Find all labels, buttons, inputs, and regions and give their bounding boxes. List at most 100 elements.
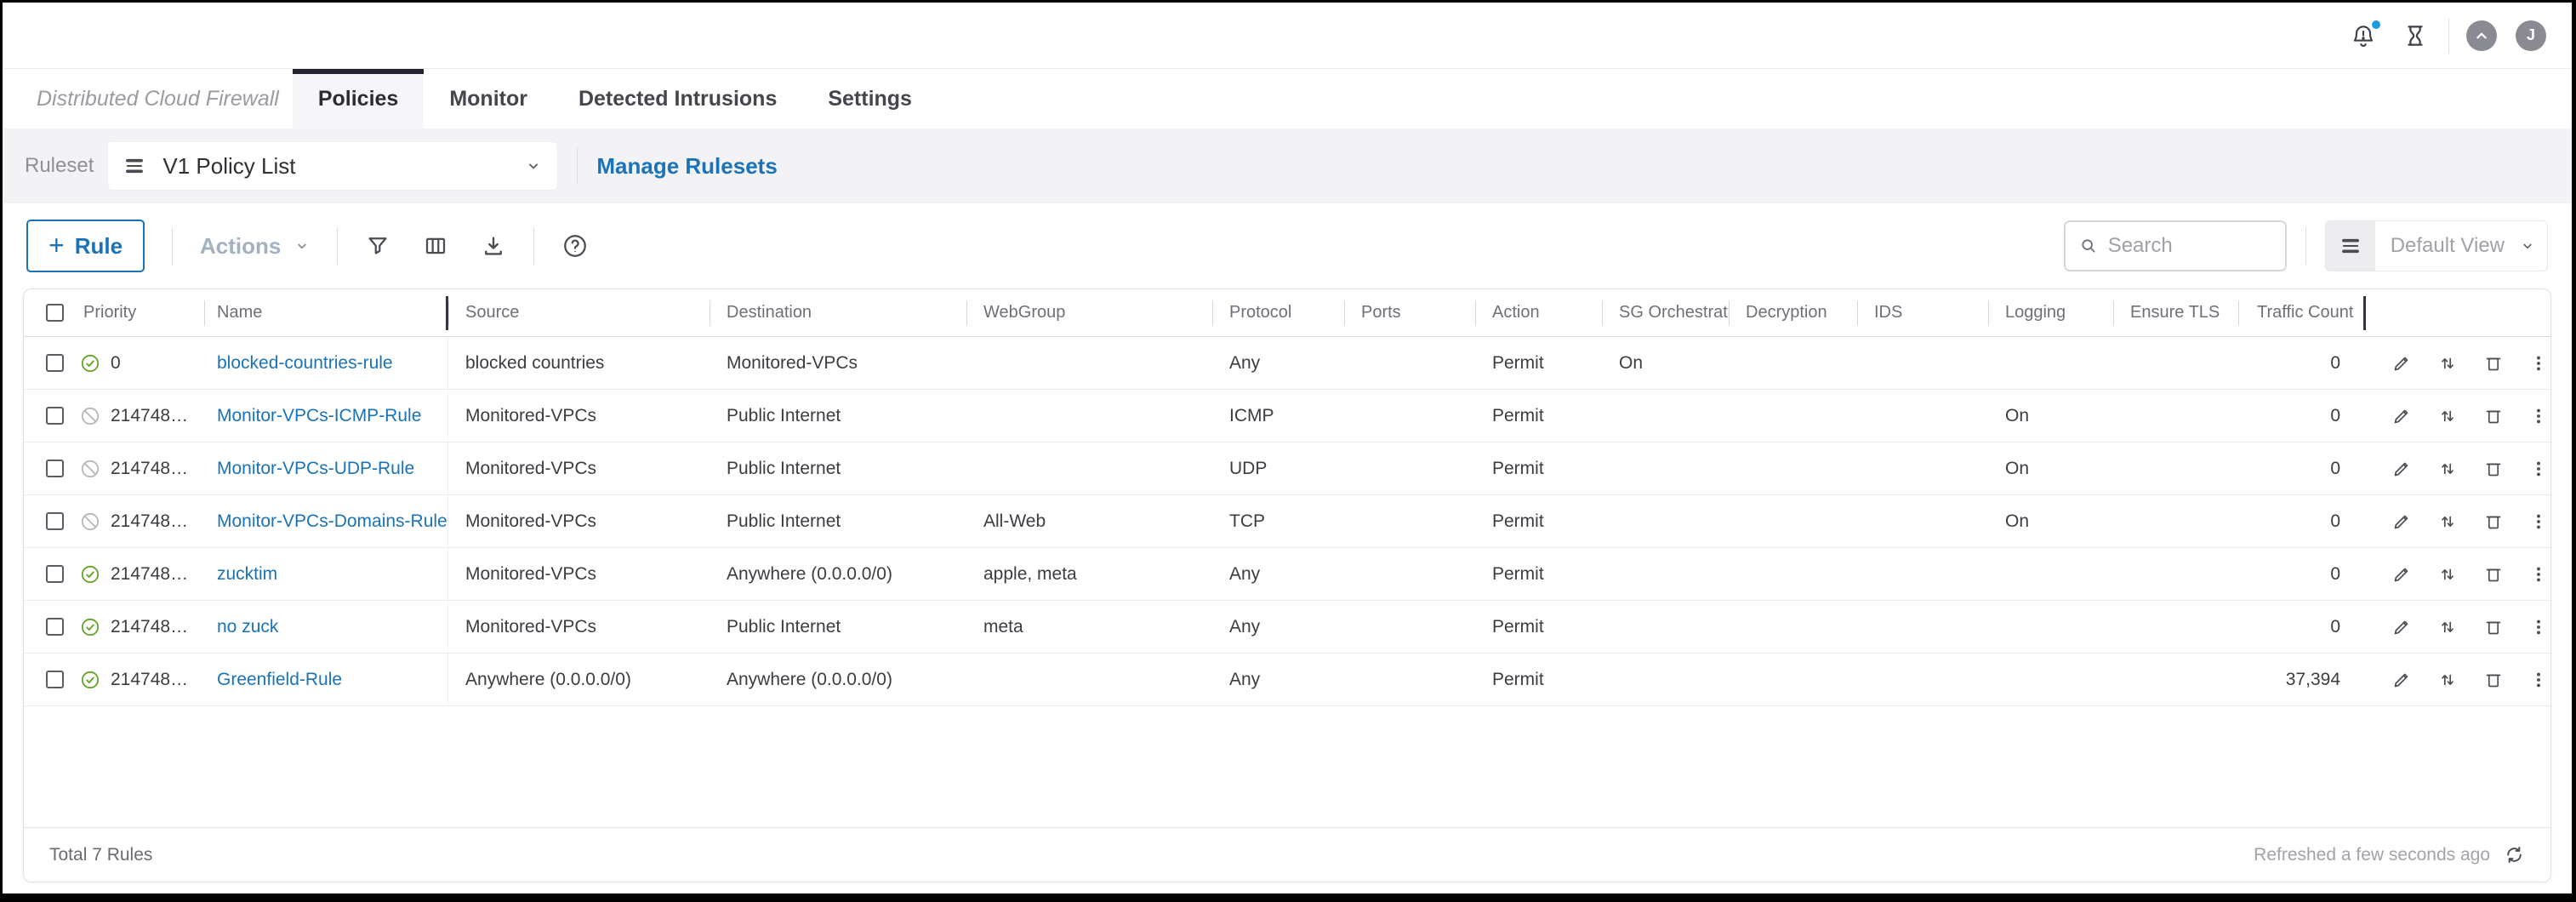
priority-value: 214748… xyxy=(111,511,188,532)
edit-pencil-icon[interactable] xyxy=(2391,406,2412,426)
view-list-icon xyxy=(2326,221,2375,271)
rule-name-link[interactable]: Greenfield-Rule xyxy=(217,670,342,690)
context-title: Distributed Cloud Firewall xyxy=(37,87,279,111)
edit-pencil-icon[interactable] xyxy=(2391,353,2412,374)
rule-name-link[interactable]: Monitor-VPCs-ICMP-Rule xyxy=(217,406,421,426)
ports-cell xyxy=(1344,442,1475,494)
manage-rulesets-link[interactable]: Manage Rulesets xyxy=(596,153,777,180)
logging-cell: On xyxy=(1988,390,2113,442)
sg-orchestration-cell xyxy=(1602,495,1729,547)
refreshed-label: Refreshed a few seconds ago xyxy=(2254,845,2490,865)
edit-pencil-icon[interactable] xyxy=(2391,459,2412,479)
manage-columns-icon[interactable] xyxy=(423,233,448,259)
delete-trash-icon[interactable] xyxy=(2483,511,2504,532)
tab-monitor[interactable]: Monitor xyxy=(424,69,553,128)
tab-settings[interactable]: Settings xyxy=(802,69,938,128)
ids-cell xyxy=(1857,601,1988,653)
table-body: 0 blocked-countries-rule blocked countri… xyxy=(24,337,2550,706)
logging-cell xyxy=(1988,601,2113,653)
actions-dropdown[interactable]: Actions xyxy=(200,233,310,260)
top-bar: J xyxy=(3,3,2572,69)
row-actions xyxy=(2366,390,2550,442)
row-checkbox[interactable] xyxy=(46,512,64,530)
delete-trash-icon[interactable] xyxy=(2483,564,2504,585)
rule-name-link[interactable]: Monitor-VPCs-Domains-Rule xyxy=(217,511,447,532)
edit-pencil-icon[interactable] xyxy=(2391,511,2412,532)
webgroup-cell: apple, meta xyxy=(966,548,1212,600)
more-options-kebab-icon[interactable] xyxy=(2529,565,2548,584)
delete-trash-icon[interactable] xyxy=(2483,617,2504,637)
traffic-count-cell: 0 xyxy=(2238,390,2366,442)
more-options-kebab-icon[interactable] xyxy=(2529,354,2548,373)
edit-pencil-icon[interactable] xyxy=(2391,564,2412,585)
chevron-down-icon xyxy=(525,157,542,174)
notifications-bell-icon[interactable] xyxy=(2350,22,2377,49)
download-icon[interactable] xyxy=(481,233,506,259)
edit-pencil-icon[interactable] xyxy=(2391,670,2412,690)
more-options-kebab-icon[interactable] xyxy=(2529,618,2548,637)
ruleset-select[interactable]: V1 Policy List xyxy=(107,141,558,191)
action-cell: Permit xyxy=(1475,442,1602,494)
move-rule-updown-icon[interactable] xyxy=(2437,564,2458,585)
row-actions xyxy=(2366,548,2550,600)
ensure-tls-cell xyxy=(2113,442,2238,494)
search-box[interactable] xyxy=(2064,220,2287,271)
row-checkbox[interactable] xyxy=(46,460,64,477)
account-chevron-up-icon[interactable] xyxy=(2466,20,2497,51)
move-rule-updown-icon[interactable] xyxy=(2437,670,2458,690)
delete-trash-icon[interactable] xyxy=(2483,353,2504,374)
tab-policies[interactable]: Policies xyxy=(293,69,425,128)
move-rule-updown-icon[interactable] xyxy=(2437,617,2458,637)
logging-cell xyxy=(1988,654,2113,705)
search-input[interactable] xyxy=(2108,234,2271,258)
move-rule-updown-icon[interactable] xyxy=(2437,511,2458,532)
help-icon[interactable] xyxy=(561,232,589,260)
delete-trash-icon[interactable] xyxy=(2483,670,2504,690)
rule-name-link[interactable]: Monitor-VPCs-UDP-Rule xyxy=(217,459,414,479)
sg-orchestration-cell xyxy=(1602,654,1729,705)
ids-cell xyxy=(1857,442,1988,494)
select-all-checkbox[interactable] xyxy=(46,304,64,322)
traffic-count-cell: 0 xyxy=(2238,601,2366,653)
logging-cell xyxy=(1988,337,2113,389)
delete-trash-icon[interactable] xyxy=(2483,459,2504,479)
column-header-ports: Ports xyxy=(1344,289,1475,336)
row-checkbox[interactable] xyxy=(46,354,64,372)
tab-detected-intrusions[interactable]: Detected Intrusions xyxy=(553,69,802,128)
row-checkbox[interactable] xyxy=(46,565,64,583)
move-rule-updown-icon[interactable] xyxy=(2437,353,2458,374)
rule-name-link[interactable]: zucktim xyxy=(217,564,277,585)
webgroup-cell xyxy=(966,442,1212,494)
rule-status-icon xyxy=(80,353,100,374)
webgroup-cell xyxy=(966,654,1212,705)
table-row: 214748… Monitor-VPCs-UDP-Rule Monitored-… xyxy=(24,442,2550,495)
column-header-webgroup: WebGroup xyxy=(966,289,1212,336)
rule-name-link[interactable]: no zuck xyxy=(217,617,278,637)
edit-pencil-icon[interactable] xyxy=(2391,617,2412,637)
move-rule-updown-icon[interactable] xyxy=(2437,459,2458,479)
row-actions xyxy=(2366,442,2550,494)
more-options-kebab-icon[interactable] xyxy=(2529,512,2548,531)
refresh-icon[interactable] xyxy=(2504,844,2525,865)
row-checkbox[interactable] xyxy=(46,671,64,688)
action-cell: Permit xyxy=(1475,495,1602,547)
more-options-kebab-icon[interactable] xyxy=(2529,460,2548,478)
filter-funnel-icon[interactable] xyxy=(365,233,390,259)
rule-name-link[interactable]: blocked-countries-rule xyxy=(217,353,393,374)
delete-trash-icon[interactable] xyxy=(2483,406,2504,426)
add-rule-button[interactable]: + Rule xyxy=(26,220,145,272)
move-rule-updown-icon[interactable] xyxy=(2437,406,2458,426)
webgroup-cell: All-Web xyxy=(966,495,1212,547)
row-checkbox[interactable] xyxy=(46,407,64,425)
table-footer: Total 7 Rules Refreshed a few seconds ag… xyxy=(24,827,2550,882)
more-options-kebab-icon[interactable] xyxy=(2529,407,2548,425)
view-selector[interactable]: Default View xyxy=(2325,220,2548,271)
row-checkbox[interactable] xyxy=(46,618,64,636)
user-avatar[interactable]: J xyxy=(2516,20,2546,51)
logging-cell: On xyxy=(1988,442,2113,494)
ports-cell xyxy=(1344,601,1475,653)
pending-tasks-hourglass-icon[interactable] xyxy=(2402,23,2428,49)
table-header-row: Priority Name Source Destination WebGrou… xyxy=(24,289,2550,337)
add-rule-label: Rule xyxy=(75,233,123,260)
more-options-kebab-icon[interactable] xyxy=(2529,671,2548,689)
